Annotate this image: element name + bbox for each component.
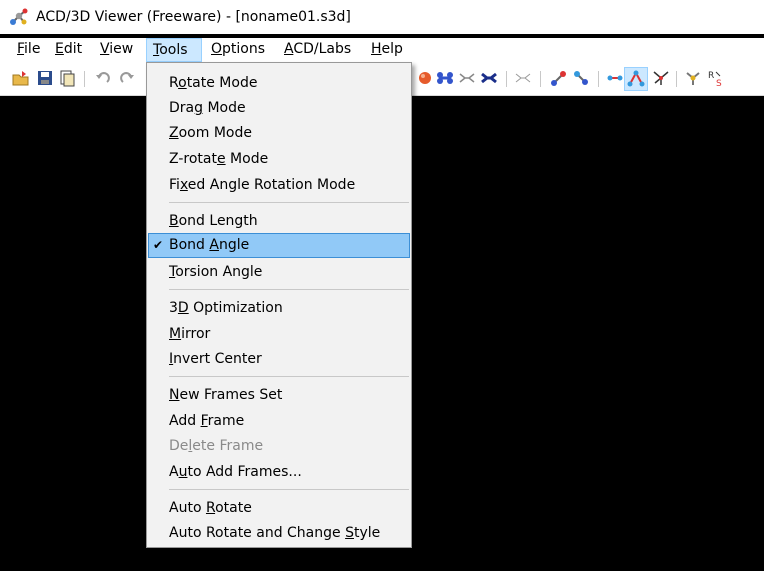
- menu-item-mirror[interactable]: Mirror: [148, 322, 410, 347]
- stick-icon[interactable]: [514, 69, 532, 87]
- svg-text:S: S: [716, 79, 722, 87]
- checkmark-icon: ✔: [153, 238, 164, 252]
- menu-item-torsion-angle[interactable]: Torsion Angle: [148, 260, 410, 285]
- menu-acdlabs[interactable]: ACD/Labs: [278, 38, 357, 62]
- window-title: ACD/3D Viewer (Freeware) - [noname01.s3d…: [36, 9, 351, 25]
- menu-separator: [169, 289, 409, 290]
- menu-item-auto-rotate-change-style[interactable]: Auto Rotate and Change Style: [148, 521, 410, 546]
- menu-item-bond-angle[interactable]: ✔ Bond Angle: [148, 233, 410, 258]
- wireframe-icon[interactable]: [458, 69, 476, 87]
- menu-options[interactable]: Options: [205, 38, 271, 62]
- tools-menu-dropdown: Rotate Mode Drag Mode Zoom Mode Z-rotate…: [146, 62, 412, 548]
- toolbar-separator: [540, 71, 541, 87]
- menu-item-3d-optimization[interactable]: 3D Optimization: [148, 296, 410, 321]
- menu-item-rotate-mode[interactable]: Rotate Mode: [148, 71, 410, 96]
- menu-file[interactable]: File: [11, 38, 46, 62]
- menu-item-auto-add-frames[interactable]: Auto Add Frames...: [148, 460, 410, 485]
- menu-separator: [169, 376, 409, 377]
- rs-label-icon[interactable]: RS: [708, 69, 726, 87]
- copy-icon[interactable]: [58, 69, 76, 87]
- undo-icon[interactable]: [94, 69, 112, 87]
- save-icon[interactable]: [36, 69, 54, 87]
- menu-separator: [169, 202, 409, 203]
- menu-bar: File Edit View Tools Options ACD/Labs He…: [0, 38, 764, 62]
- toolbar-separator: [676, 71, 677, 87]
- svg-text:R: R: [708, 71, 714, 81]
- optimize-icon[interactable]: [684, 69, 702, 87]
- menu-item-new-frames-set[interactable]: New Frames Set: [148, 383, 410, 408]
- menu-item-add-frame[interactable]: Add Frame: [148, 409, 410, 434]
- menu-view[interactable]: View: [94, 38, 139, 62]
- menu-item-auto-rotate[interactable]: Auto Rotate: [148, 496, 410, 521]
- molecule-app-icon: [10, 8, 28, 25]
- redo-icon[interactable]: [118, 69, 136, 87]
- menu-item-zoom-mode[interactable]: Zoom Mode: [148, 121, 410, 146]
- style-icon[interactable]: [416, 69, 434, 87]
- menu-tools[interactable]: Tools: [146, 38, 202, 62]
- menu-edit[interactable]: Edit: [49, 38, 88, 62]
- atom-labels-icon[interactable]: [550, 69, 568, 87]
- toolbar-separator: [506, 71, 507, 87]
- menu-help[interactable]: Help: [365, 38, 409, 62]
- menu-item-drag-mode[interactable]: Drag Mode: [148, 96, 410, 121]
- hydrogen-icon[interactable]: [572, 69, 590, 87]
- toolbar-separator: [84, 71, 85, 87]
- menu-item-invert-center[interactable]: Invert Center: [148, 347, 410, 372]
- menu-separator: [169, 489, 409, 490]
- spacefill-icon[interactable]: [480, 69, 498, 87]
- torsion-icon[interactable]: [652, 69, 670, 87]
- bond-length-icon[interactable]: [606, 69, 624, 87]
- menu-item-bond-length[interactable]: Bond Length: [148, 209, 410, 234]
- menu-item-fixed-angle-rotation-mode[interactable]: Fixed Angle Rotation Mode: [148, 173, 410, 198]
- bond-angle-icon[interactable]: [627, 69, 645, 87]
- menu-item-z-rotate-mode[interactable]: Z-rotate Mode: [148, 147, 410, 172]
- open-icon[interactable]: [12, 69, 30, 87]
- ball-stick-icon[interactable]: [436, 69, 454, 87]
- menu-item-delete-frame: Delete Frame: [169, 438, 264, 454]
- title-bar: ACD/3D Viewer (Freeware) - [noname01.s3d…: [0, 0, 764, 34]
- toolbar-separator: [598, 71, 599, 87]
